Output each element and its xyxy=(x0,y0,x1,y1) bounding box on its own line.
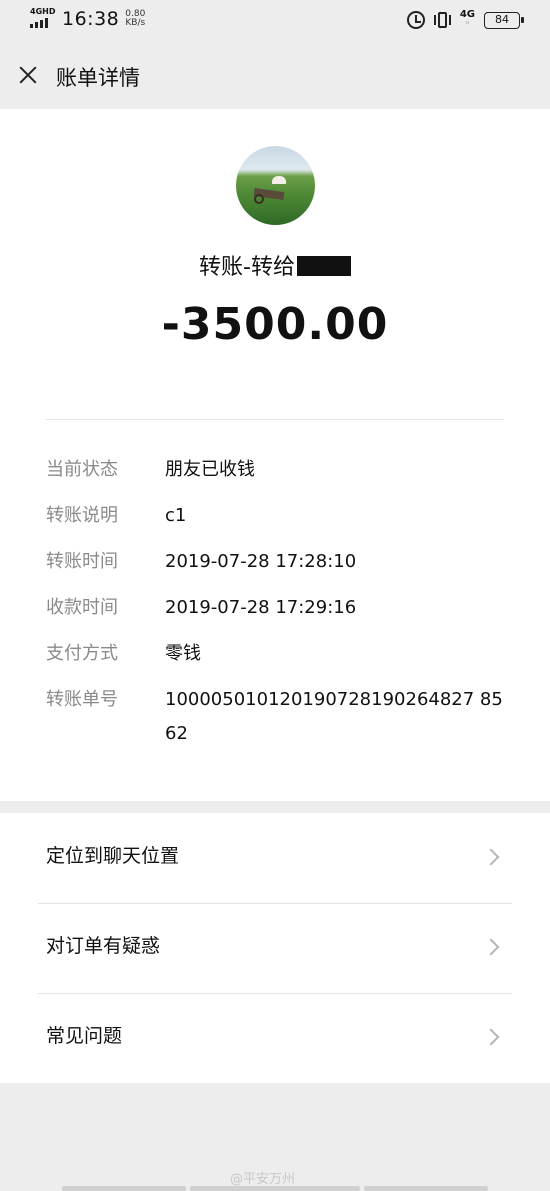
redacted-name xyxy=(296,256,351,276)
header-bar: 账单详情 xyxy=(0,42,550,109)
menu-item-order-question[interactable]: 对订单有疑惑 xyxy=(0,903,550,993)
speed-unit: KB/s xyxy=(125,18,146,28)
signal-icon: 4GHD xyxy=(30,7,56,30)
battery-icon: 84 xyxy=(484,11,524,29)
net-type: 4G xyxy=(459,9,475,20)
watermark: @平安万州 xyxy=(230,1172,296,1187)
chevron-right-icon xyxy=(482,1028,500,1046)
detail-value: 2019-07-28 17:28:10 xyxy=(165,551,357,572)
page-title: 账单详情 xyxy=(56,66,140,90)
network-speed: 0.80 KB/s xyxy=(125,10,145,28)
menu-item-locate-chat[interactable]: 定位到聊天位置 xyxy=(0,813,550,903)
home-indicator xyxy=(364,1186,488,1191)
home-indicator xyxy=(62,1186,186,1191)
detail-value: 零钱 xyxy=(165,643,201,664)
avatar xyxy=(236,146,315,225)
menu-item-label: 常见问题 xyxy=(46,1025,123,1047)
status-bar: 4GHD 16:38 0.80 KB/s 4G ᵀᴵ 84 xyxy=(0,0,550,42)
menu-item-label: 定位到聊天位置 xyxy=(46,845,180,867)
divider xyxy=(46,419,504,420)
vibrate-icon xyxy=(433,12,451,28)
detail-label: 转账单号 xyxy=(46,689,118,710)
detail-label: 转账时间 xyxy=(46,551,118,572)
menu-item-faq[interactable]: 常见问题 xyxy=(0,993,550,1083)
home-indicator xyxy=(190,1186,360,1191)
close-icon[interactable] xyxy=(12,59,44,91)
net-type-icon: 4G ᵀᴵ xyxy=(459,9,475,29)
detail-label: 转账说明 xyxy=(46,505,118,526)
detail-label: 支付方式 xyxy=(46,643,118,664)
transfer-detail-card: 转账-转给 -3500.00 当前状态 朋友已收钱 转账说明 c1 转账时间 2… xyxy=(0,109,550,801)
status-right: 4G ᵀᴵ 84 xyxy=(406,9,524,30)
network-label: 4GHD xyxy=(30,7,56,16)
detail-label: 收款时间 xyxy=(46,597,118,618)
status-time: 16:38 xyxy=(62,8,120,30)
detail-value: c1 xyxy=(165,505,187,526)
detail-label: 当前状态 xyxy=(46,459,118,480)
status-left: 4GHD 16:38 0.80 KB/s xyxy=(30,8,145,30)
detail-value: 100005010120190728190264827 8562 xyxy=(165,689,503,744)
action-menu: 定位到聊天位置 对订单有疑惑 常见问题 xyxy=(0,813,550,1083)
battery-level: 84 xyxy=(495,12,509,26)
chevron-right-icon xyxy=(482,938,500,956)
detail-value: 2019-07-28 17:29:16 xyxy=(165,597,357,618)
detail-value: 朋友已收钱 xyxy=(165,459,255,480)
payee-line: 转账-转给 xyxy=(0,249,550,281)
chevron-right-icon xyxy=(482,848,500,866)
transfer-amount: -3500.00 xyxy=(161,299,389,350)
payee-text: 转账-转给 xyxy=(199,255,295,280)
alarm-icon xyxy=(406,11,425,29)
menu-item-label: 对订单有疑惑 xyxy=(46,935,161,957)
